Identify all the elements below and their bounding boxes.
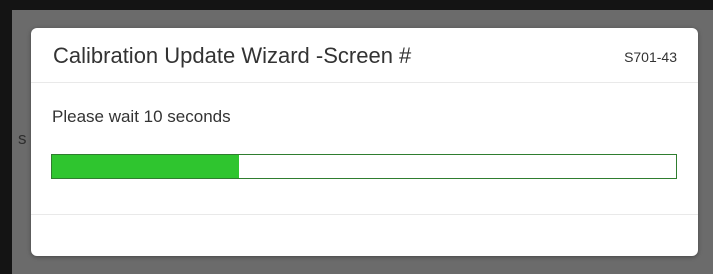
dialog-header: Calibration Update Wizard -Screen # S701… (31, 28, 698, 83)
background-partial-text: s (18, 129, 27, 148)
dialog-body: Please wait 10 seconds (31, 83, 698, 214)
dialog-title: Calibration Update Wizard -Screen # (53, 43, 412, 68)
screen-code: S701-43 (624, 49, 677, 65)
calibration-wizard-dialog: Calibration Update Wizard -Screen # S701… (31, 28, 698, 256)
wait-message: Please wait 10 seconds (52, 107, 231, 126)
dialog-footer (31, 214, 698, 257)
progress-bar-fill (52, 155, 240, 178)
progress-bar (51, 154, 677, 179)
